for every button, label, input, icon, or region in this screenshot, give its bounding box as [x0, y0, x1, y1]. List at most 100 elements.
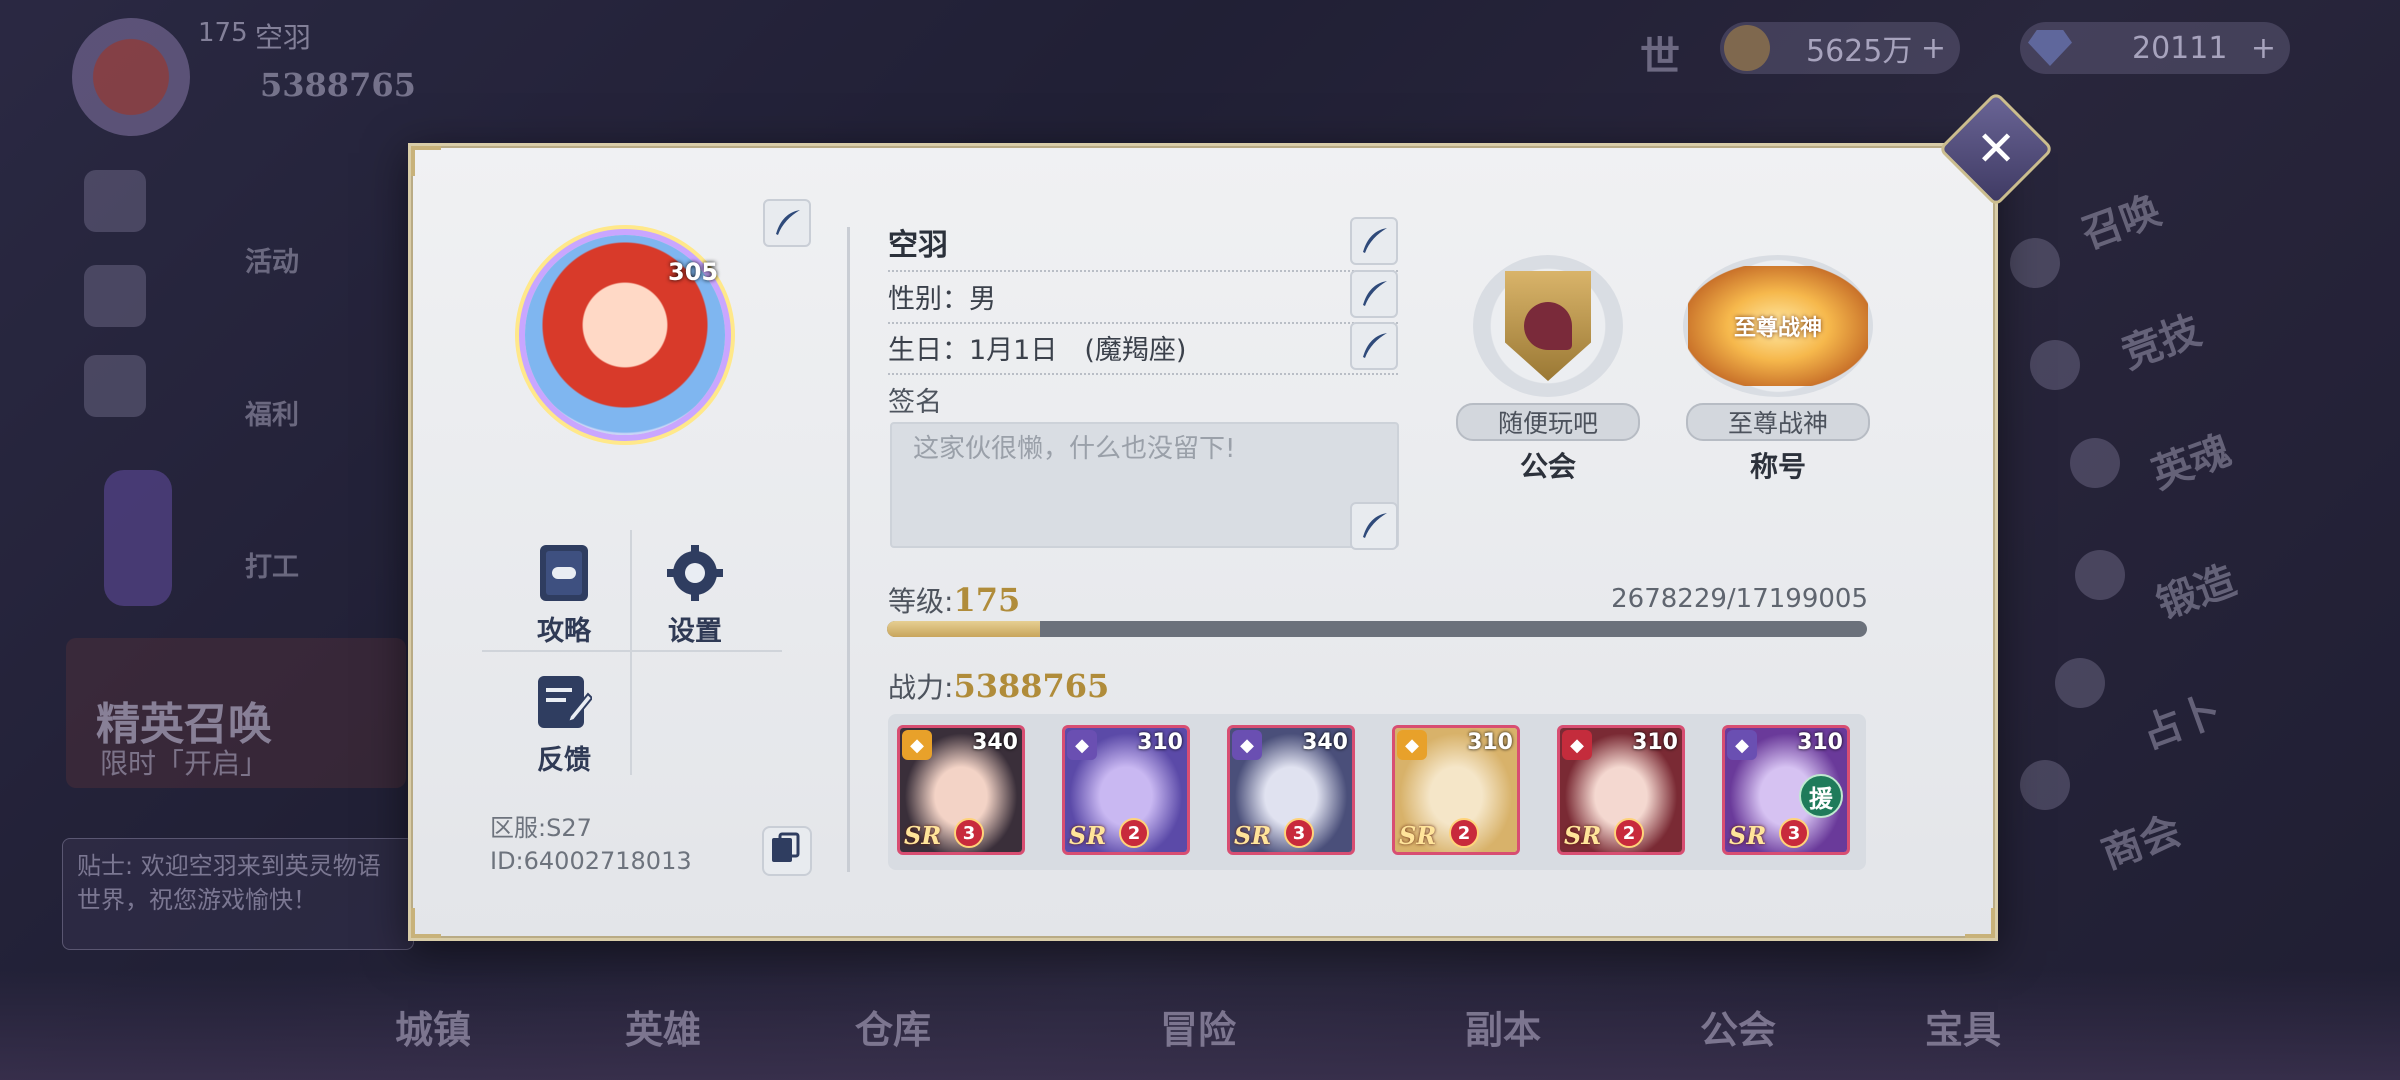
fire-element-icon: ◆ [1562, 730, 1592, 760]
sun-element-icon: ◆ [902, 730, 932, 760]
signature-label: 签名 [888, 387, 942, 418]
bg-nav-town[interactable]: 城镇 [395, 999, 471, 1054]
bg-forge-icon[interactable] [2075, 550, 2125, 600]
bg-hero-soul-icon[interactable] [2070, 438, 2120, 488]
bg-side-tab-icon[interactable] [104, 470, 172, 606]
bg-summon-icon[interactable] [2010, 238, 2060, 288]
exp-bar-fill [887, 621, 1040, 637]
hero-star-count: 3 [1284, 818, 1314, 848]
edit-note-icon [538, 676, 592, 728]
hero-level: 340 [972, 730, 1018, 755]
bg-chat-icon[interactable] [84, 170, 146, 232]
hero-level: 310 [1797, 730, 1843, 755]
close-icon: ✕ [1975, 121, 2017, 177]
title-emblem-text: 至尊战神 [1733, 315, 1822, 341]
hero-rank: SR [904, 821, 942, 850]
quill-icon [1363, 513, 1387, 538]
bg-nav-heroes[interactable]: 英雄 [625, 999, 701, 1054]
title-caption: 称号 [1749, 450, 1806, 483]
gear-icon [667, 545, 723, 601]
settings-label: 设置 [668, 616, 722, 647]
title-emblem-bg: 至尊战神 [1683, 255, 1873, 397]
bg-menu-welfare[interactable]: 福利 [245, 393, 299, 432]
bg-gem-pill[interactable]: 20111 + [2020, 22, 2290, 74]
settings-button[interactable]: 设置 [665, 543, 725, 648]
add-gem-icon[interactable]: + [2251, 31, 2276, 66]
user-id-text: ID:64002718013 [490, 847, 692, 875]
bg-nav-treasure[interactable]: 宝具 [1925, 999, 2001, 1054]
hero-card[interactable]: ◆ 310 SR 2 [1392, 725, 1520, 855]
wolf-icon [1524, 302, 1572, 350]
sun-element-icon: ◆ [1397, 730, 1427, 760]
edit-avatar-button[interactable] [763, 199, 811, 247]
level-label: 等级: [888, 585, 954, 618]
hero-card[interactable]: ◆ 340 SR 3 [897, 725, 1025, 855]
copy-icon [772, 832, 800, 862]
bg-divination-icon[interactable] [2055, 658, 2105, 708]
moon-element-icon: ◆ [1727, 730, 1757, 760]
server-text: 区服:S27 [490, 814, 592, 842]
level-row: 等级:175 [888, 580, 1020, 620]
moon-element-icon: ◆ [1067, 730, 1097, 760]
quill-icon [1363, 333, 1387, 358]
signature-placeholder: 这家伙很懒，什么也没留下! [913, 434, 1236, 464]
bg-arena-icon[interactable] [2030, 340, 2080, 390]
bg-nav-dungeon[interactable]: 副本 [1465, 999, 1541, 1054]
edit-signature-button[interactable] [1350, 502, 1398, 550]
quill-icon [776, 210, 800, 235]
bg-trophy-icon[interactable] [84, 355, 146, 417]
hero-card[interactable]: ◆ 310 SR 3 援 [1722, 725, 1850, 855]
hero-star-count: 3 [954, 818, 984, 848]
corner-ornament-icon [1965, 908, 1995, 938]
quill-icon [1363, 281, 1387, 306]
name-row: 空羽 [888, 220, 1398, 272]
title-badge[interactable]: 至尊战神 至尊战神 称号 [1683, 255, 1873, 485]
guild-badge[interactable]: 随便玩吧 公会 [1453, 255, 1643, 485]
bg-shop-icon[interactable] [2020, 760, 2070, 810]
bg-event-subtitle: 限时「开启」 [100, 747, 269, 780]
bg-nav-warehouse[interactable]: 仓库 [855, 999, 931, 1054]
player-name: 空羽 [888, 228, 948, 263]
guide-button[interactable]: 攻略 [536, 543, 592, 648]
feedback-label: 反馈 [537, 745, 591, 776]
birthday-row: 生日：1月1日 (魔羯座) [888, 328, 1398, 375]
bg-nav-guild[interactable]: 公会 [1700, 999, 1776, 1054]
hero-rank: SR [1729, 821, 1767, 850]
crown-title-icon: 至尊战神 [1688, 266, 1868, 386]
bg-player-avatar[interactable] [72, 18, 190, 136]
avatar-level: 305 [668, 258, 719, 286]
wolf-shield-icon [1505, 271, 1591, 381]
menu-grid-divider [482, 650, 782, 652]
guild-name: 随便玩吧 [1456, 403, 1640, 441]
bg-menu-activity[interactable]: 活动 [245, 240, 299, 279]
hero-rank: SR [1399, 821, 1437, 850]
bg-world-icon[interactable]: 世 [1640, 24, 1680, 82]
edit-name-button[interactable] [1350, 217, 1398, 265]
guild-emblem [1473, 255, 1623, 397]
exp-bar [887, 621, 1867, 637]
bg-nav-adventure[interactable]: 冒险 [1160, 999, 1236, 1054]
edit-gender-button[interactable] [1350, 270, 1398, 318]
birthday-text: 生日：1月1日 (魔羯座) [888, 335, 1187, 366]
power-value: 5388765 [953, 667, 1110, 705]
bg-event-banner[interactable]: 精英召唤 限时「开启」 [66, 638, 406, 788]
bg-player-power: 5388765 [260, 66, 416, 104]
hero-star-count: 2 [1614, 818, 1644, 848]
hero-card[interactable]: ◆ 310 SR 2 [1557, 725, 1685, 855]
power-label: 战力: [888, 671, 954, 704]
bg-mail-icon[interactable] [84, 265, 146, 327]
bg-gold-pill[interactable]: 5625万 + [1720, 22, 1960, 74]
hero-rank: SR [1234, 821, 1272, 850]
feedback-button[interactable]: 反馈 [536, 672, 592, 777]
assist-badge: 援 [1799, 774, 1843, 818]
copy-id-button[interactable] [762, 826, 812, 876]
guild-caption: 公会 [1519, 450, 1576, 483]
gem-amount: 20111 [2132, 30, 2228, 66]
hero-card[interactable]: ◆ 310 SR 2 [1062, 725, 1190, 855]
edit-birthday-button[interactable] [1350, 322, 1398, 370]
bg-menu-work[interactable]: 打工 [245, 545, 299, 584]
hero-card[interactable]: ◆ 340 SR 3 [1227, 725, 1355, 855]
hero-rank: SR [1069, 821, 1107, 850]
add-gold-icon[interactable]: + [1921, 31, 1946, 66]
hero-star-count: 2 [1449, 818, 1479, 848]
